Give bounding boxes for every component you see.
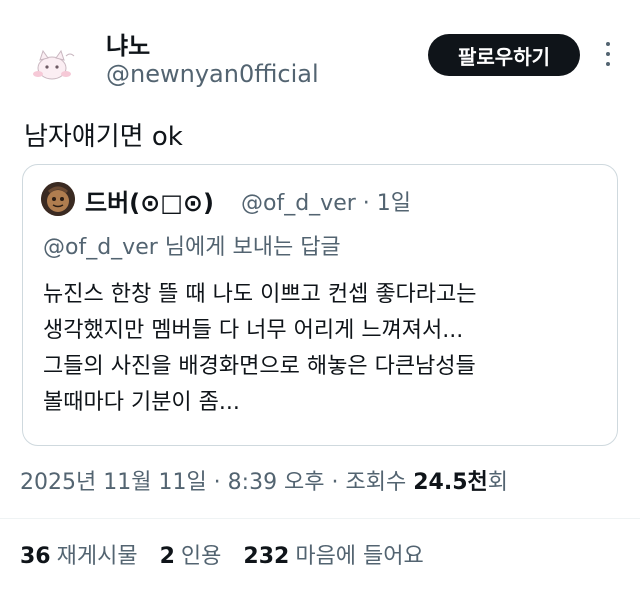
cookie-character-avatar-icon — [41, 182, 75, 216]
engagement-stats: 36 재게시물 2 인용 232 마음에 들어요 — [20, 538, 424, 570]
divider — [0, 518, 640, 519]
more-dot — [606, 62, 610, 66]
quoted-handle-time[interactable]: @of_d_ver · 1일 — [241, 185, 411, 217]
quotes-count: 2 — [159, 544, 175, 569]
more-vertical-icon[interactable] — [598, 42, 618, 66]
quoted-body-line: 생각했지만 멤버들 다 너무 어리게 느껴져서... — [43, 318, 464, 343]
replying-to-label: @of_d_ver 님에게 보내는 답글 — [43, 235, 341, 260]
tweet-meta: 2025년 11월 11일 · 8:39 오후 · 조회수 24.5천회 — [20, 464, 508, 496]
likes-count: 232 — [243, 544, 290, 569]
more-dot — [606, 42, 610, 46]
views-unit: 회 — [487, 470, 509, 495]
quoted-display-name[interactable]: 드버(⊙□⊙) — [85, 183, 214, 218]
quotes-label: 인용 — [180, 544, 222, 569]
timestamp[interactable]: 2025년 11월 11일 · 8:39 오후 · 조회수 — [20, 470, 413, 495]
quoted-body: 뉴진스 한창 뜰 때 나도 이쁘고 컨셉 좋다라고는 생각했지만 멤버들 다 너… — [43, 277, 603, 421]
quoted-body-line: 볼때마다 기분이 좀... — [43, 390, 240, 415]
likes-label: 마음에 들어요 — [295, 544, 424, 569]
author-display-name[interactable]: 냐노 — [106, 26, 150, 61]
likes-stat[interactable]: 232 마음에 들어요 — [243, 538, 423, 570]
views-count: 24.5천 — [413, 470, 488, 495]
more-dot — [606, 52, 610, 56]
kitten-sketch-avatar-icon — [24, 34, 84, 94]
quoted-body-line: 뉴진스 한창 뜰 때 나도 이쁘고 컨셉 좋다라고는 — [43, 282, 477, 307]
author-handle[interactable]: @newnyan0fficial — [106, 60, 319, 88]
quoted-author-avatar[interactable] — [41, 182, 75, 216]
quoted-tweet-card[interactable]: 드버(⊙□⊙) @of_d_ver · 1일 @of_d_ver 님에게 보내는… — [22, 164, 618, 446]
tweet-text: 남자얘기면 ok — [24, 122, 183, 152]
follow-button[interactable]: 팔로우하기 — [428, 34, 580, 76]
retweets-label: 재게시물 — [56, 544, 138, 569]
quotes-stat[interactable]: 2 인용 — [160, 538, 222, 570]
quoted-body-line: 그들의 사진을 배경화면으로 해놓은 다큰남성들 — [43, 354, 476, 379]
retweets-stat[interactable]: 36 재게시물 — [20, 538, 138, 570]
retweets-count: 36 — [20, 544, 51, 569]
author-avatar[interactable] — [24, 34, 84, 94]
